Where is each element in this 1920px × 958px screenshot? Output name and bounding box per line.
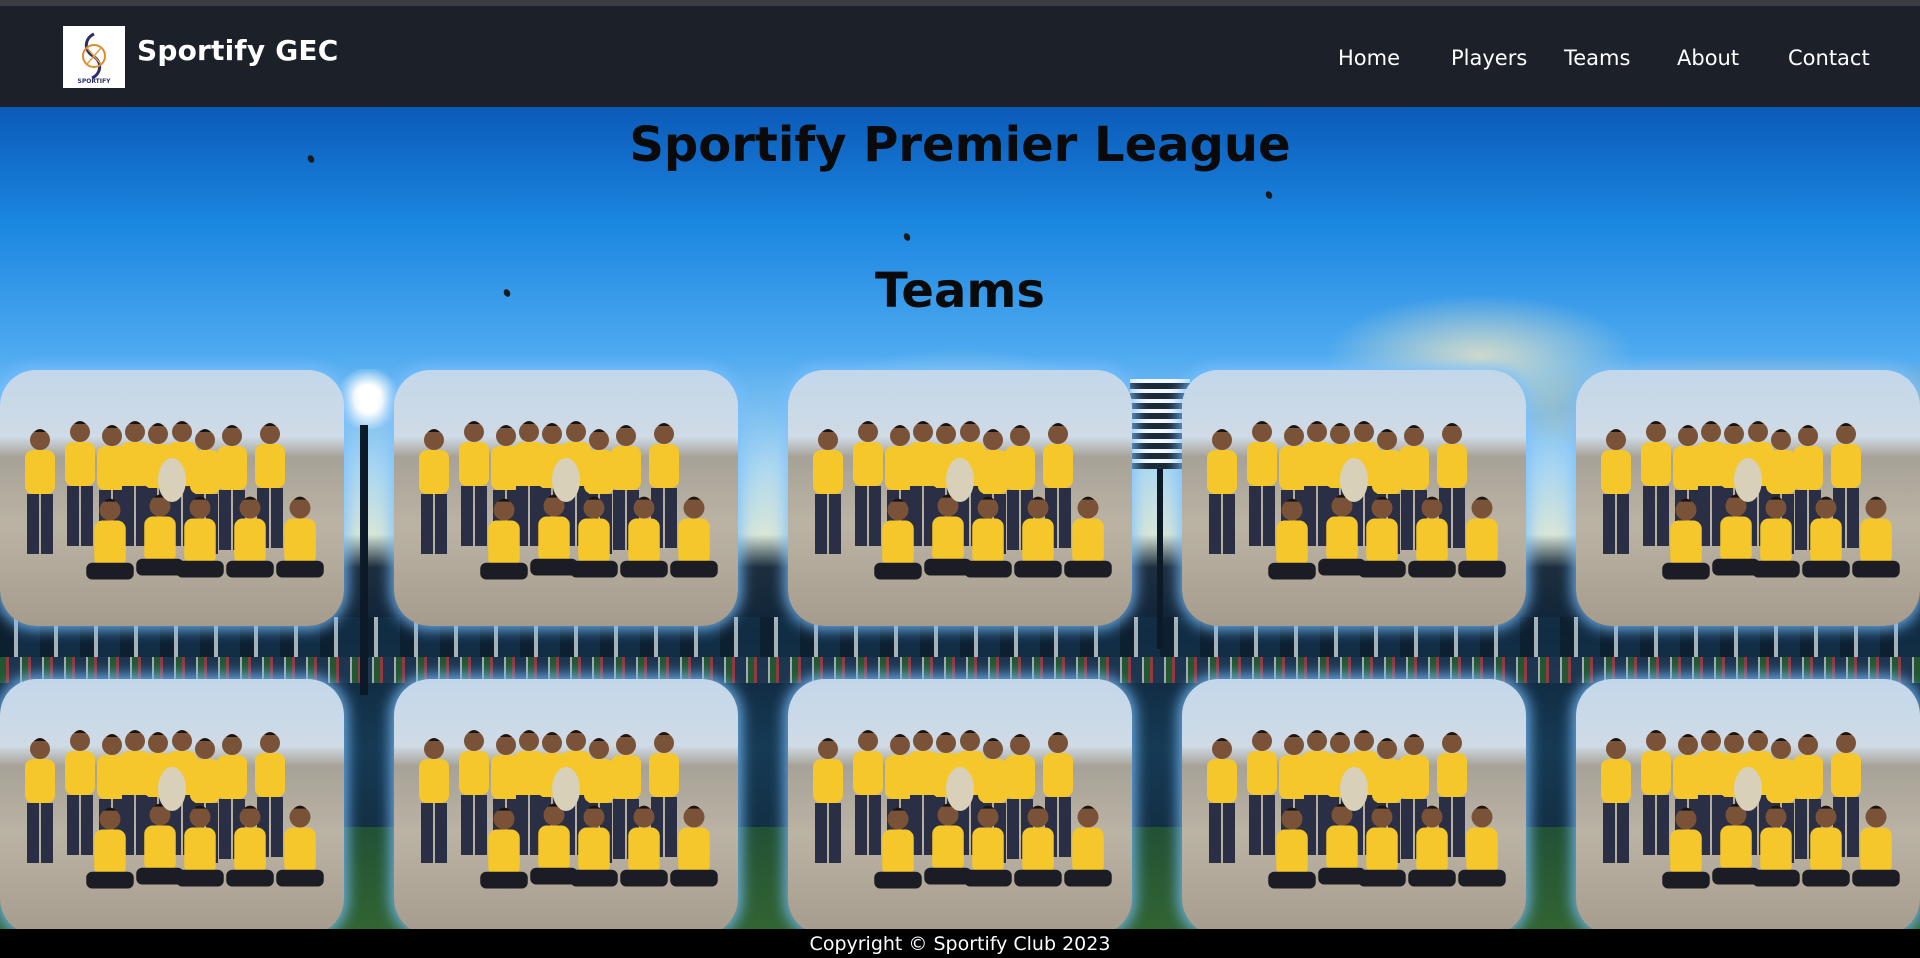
team-card[interactable] xyxy=(0,370,344,626)
team-card[interactable] xyxy=(0,679,344,935)
footer: Copyright © Sportify Club 2023 xyxy=(0,929,1920,958)
team-card[interactable] xyxy=(788,679,1132,935)
navbar: SPORTIFY Sportify GEC Home Players Teams… xyxy=(0,6,1920,107)
team-card[interactable] xyxy=(394,370,738,626)
team-card[interactable] xyxy=(1576,679,1920,935)
team-card[interactable] xyxy=(394,679,738,935)
sportify-logo: SPORTIFY xyxy=(63,26,125,88)
page-title: Sportify Premier League xyxy=(629,117,1291,173)
team-photo xyxy=(1207,730,1506,889)
team-photo xyxy=(1601,421,1900,580)
nav-teams[interactable]: Teams xyxy=(1564,46,1630,70)
team-photo xyxy=(1601,730,1900,889)
nav-players[interactable]: Players xyxy=(1451,46,1527,70)
team-card[interactable] xyxy=(1182,679,1526,935)
bird-icon xyxy=(1264,190,1274,200)
nav-home[interactable]: Home xyxy=(1338,46,1400,70)
nav-contact[interactable]: Contact xyxy=(1788,46,1870,70)
brand-link[interactable]: SPORTIFY Sportify GEC xyxy=(63,26,338,88)
team-photo xyxy=(813,421,1112,580)
brand-name: Sportify GEC xyxy=(137,34,339,67)
team-photo xyxy=(813,730,1112,889)
team-photo xyxy=(25,421,324,580)
team-card[interactable] xyxy=(1182,370,1526,626)
team-photo xyxy=(419,421,718,580)
logo-text: SPORTIFY xyxy=(78,78,112,85)
team-photo xyxy=(1207,421,1506,580)
team-card[interactable] xyxy=(1576,370,1920,626)
team-photo xyxy=(25,730,324,889)
floodlight-right xyxy=(1130,379,1190,469)
bird-icon xyxy=(902,232,912,242)
team-card[interactable] xyxy=(788,370,1132,626)
team-photo xyxy=(419,730,718,889)
nav-about[interactable]: About xyxy=(1677,46,1739,70)
section-title: Teams xyxy=(875,263,1045,319)
floodlight-pole-right xyxy=(1157,469,1163,649)
floodlight-pole-left xyxy=(360,425,368,695)
